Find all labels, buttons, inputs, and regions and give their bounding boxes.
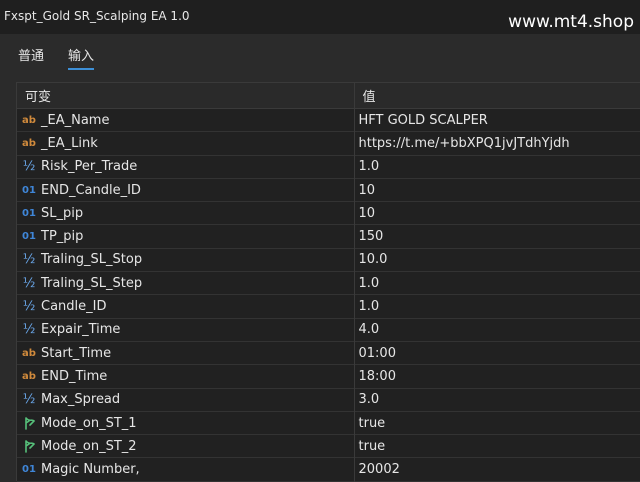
parameter-value[interactable]: HFT GOLD SCALPER <box>353 108 640 132</box>
table-row[interactable]: ½ Traling_SL_Stop 10.0 <box>17 248 640 272</box>
parameter-name-cell: ½ Risk_Per_Trade <box>17 155 354 178</box>
double-type-icon: ½ <box>22 299 36 315</box>
integer-type-icon: 01 <box>22 207 36 219</box>
parameter-name: END_Time <box>41 368 108 384</box>
parameter-value[interactable]: 1.0 <box>353 294 640 319</box>
parameter-name-cell: ½ Traling_SL_Step <box>17 272 354 295</box>
parameter-name-cell: Mode_on_ST_2 <box>17 435 354 458</box>
table-row[interactable]: ab END_Time 18:00 <box>17 364 640 389</box>
watermark: www.mt4.shop <box>508 12 634 32</box>
title-bar: Fxspt_Gold SR_Scalping EA 1.0 www.mt4.sh… <box>0 0 640 34</box>
table-row[interactable]: ab Start_Time 01:00 <box>17 341 640 365</box>
double-type-icon: ½ <box>22 392 36 408</box>
parameter-name: Traling_SL_Stop <box>41 252 143 268</box>
parameter-name: Mode_on_ST_1 <box>41 415 137 431</box>
parameter-name: Expair_Time <box>41 322 121 338</box>
parameter-name-cell: ab _EA_Name <box>17 109 354 132</box>
parameter-value[interactable]: true <box>353 434 640 458</box>
inputs-table-body: ab _EA_Name HFT GOLD SCALPER ab _EA_Link http… <box>17 108 640 482</box>
parameter-value[interactable]: 18:00 <box>353 364 640 389</box>
parameter-value[interactable]: 3.0 <box>353 388 640 412</box>
parameter-name-cell: ½ Expair_Time <box>17 318 354 341</box>
parameter-name-cell: ab Start_Time <box>17 341 354 364</box>
double-type-icon: ½ <box>22 159 36 175</box>
parameter-value[interactable]: 20002 <box>353 457 640 482</box>
parameter-name: Mode_on_ST_2 <box>41 438 137 454</box>
string-type-icon: ab <box>22 347 36 359</box>
inputs-panel: 可变 值 ab _EA_Name HFT GOLD SCALPER ab _EA_Lin… <box>16 82 640 482</box>
parameter-value[interactable]: 10 <box>353 201 640 225</box>
parameter-value[interactable]: 01:00 <box>353 341 640 365</box>
table-row[interactable]: Mode_on_ST_1 true <box>17 411 640 435</box>
parameter-name: _EA_Name <box>41 112 110 128</box>
parameter-name-cell: 01 SL_pip <box>17 202 354 225</box>
table-row[interactable]: 01 TP_pip 150 <box>17 224 640 249</box>
parameter-name: Max_Spread <box>41 392 121 408</box>
table-row[interactable]: 01 Magic Number, 20002 <box>17 457 640 482</box>
column-header-variable[interactable]: 可变 <box>17 83 354 109</box>
double-type-icon: ½ <box>22 252 36 268</box>
table-row[interactable]: ab _EA_Name HFT GOLD SCALPER <box>17 108 640 132</box>
tab-inputs[interactable]: 输入 <box>68 45 95 70</box>
table-row[interactable]: ½ Candle_ID 1.0 <box>17 294 640 319</box>
parameter-name-cell: ½ Max_Spread <box>17 388 354 411</box>
double-type-icon: ½ <box>22 275 36 291</box>
parameter-value[interactable]: 1.0 <box>353 271 640 295</box>
parameter-name-cell: 01 Magic Number, <box>17 458 354 481</box>
table-row[interactable]: ab _EA_Link https://t.me/+bbXPQ1jvJTdhYjdh <box>17 131 640 156</box>
table-row[interactable]: ½ Expair_Time 4.0 <box>17 318 640 342</box>
tab-bar: 普通 输入 <box>0 34 640 74</box>
table-row[interactable]: 01 SL_pip 10 <box>17 201 640 225</box>
table-row[interactable]: 01 END_Candle_ID 10 <box>17 178 640 202</box>
parameter-value[interactable]: 150 <box>353 224 640 249</box>
parameter-value[interactable]: https://t.me/+bbXPQ1jvJTdhYjdh <box>353 131 640 156</box>
inputs-table: 可变 值 ab _EA_Name HFT GOLD SCALPER ab _EA_Lin… <box>17 83 640 482</box>
parameter-value[interactable]: 10.0 <box>353 248 640 272</box>
window-title: Fxspt_Gold SR_Scalping EA 1.0 <box>4 9 190 23</box>
parameter-name: Risk_Per_Trade <box>41 159 138 175</box>
parameter-name: TP_pip <box>41 229 84 245</box>
parameter-name: Magic Number, <box>41 462 140 478</box>
column-header-value[interactable]: 值 <box>353 83 640 109</box>
parameter-name-cell: ½ Candle_ID <box>17 295 354 318</box>
parameter-name: Traling_SL_Step <box>41 275 143 291</box>
table-row[interactable]: Mode_on_ST_2 true <box>17 434 640 458</box>
parameter-name: _EA_Link <box>41 135 98 151</box>
parameter-name-cell: Mode_on_ST_1 <box>17 411 354 434</box>
parameter-name-cell: ½ Traling_SL_Stop <box>17 248 354 271</box>
parameter-value[interactable]: 1.0 <box>353 155 640 179</box>
parameter-name: END_Candle_ID <box>41 182 141 198</box>
boolean-type-icon <box>21 439 37 454</box>
table-row[interactable]: ½ Max_Spread 3.0 <box>17 388 640 412</box>
parameter-name-cell: 01 TP_pip <box>17 225 354 248</box>
string-type-icon: ab <box>22 137 36 149</box>
integer-type-icon: 01 <box>22 464 36 476</box>
integer-type-icon: 01 <box>22 231 36 243</box>
parameter-name: SL_pip <box>41 205 84 221</box>
string-type-icon: ab <box>22 114 36 126</box>
integer-type-icon: 01 <box>22 184 36 196</box>
table-row[interactable]: ½ Traling_SL_Step 1.0 <box>17 271 640 295</box>
parameter-name-cell: ab _EA_Link <box>17 132 354 155</box>
parameter-value[interactable]: 10 <box>353 178 640 202</box>
boolean-type-icon <box>21 416 37 430</box>
parameter-value[interactable]: 4.0 <box>353 318 640 342</box>
table-row[interactable]: ½ Risk_Per_Trade 1.0 <box>17 155 640 179</box>
parameter-name: Candle_ID <box>41 299 107 315</box>
string-type-icon: ab <box>22 370 36 382</box>
parameter-name: Start_Time <box>41 345 112 361</box>
double-type-icon: ½ <box>22 322 36 338</box>
parameter-name-cell: ab END_Time <box>17 365 354 388</box>
tab-common[interactable]: 普通 <box>18 45 44 64</box>
parameter-value[interactable]: true <box>353 411 640 435</box>
parameter-name-cell: 01 END_Candle_ID <box>17 178 354 201</box>
